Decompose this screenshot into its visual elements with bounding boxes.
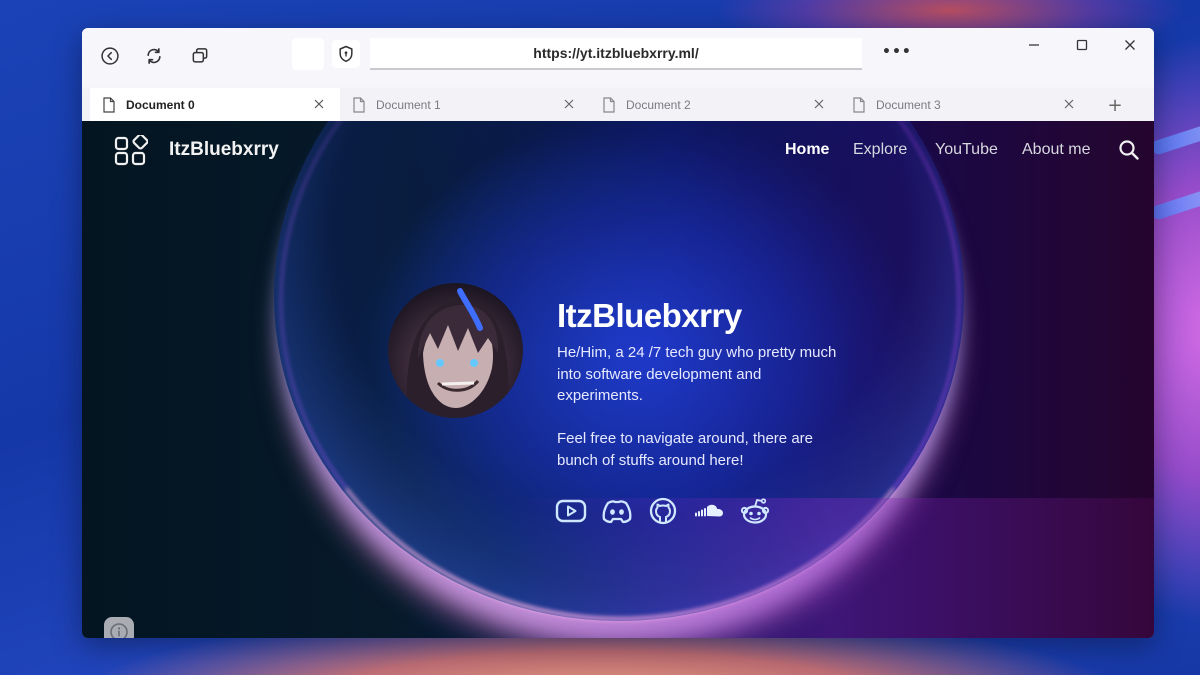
more-options-button[interactable]: •••: [882, 44, 911, 64]
new-tab-button[interactable]: +: [1104, 94, 1126, 116]
youtube-icon: [555, 499, 587, 523]
hero-invite: Feel free to navigate around, there are …: [557, 430, 813, 469]
refresh-icon: [147, 48, 161, 64]
document-icon: [603, 96, 615, 113]
tab-document-1[interactable]: Document 1: [340, 88, 590, 121]
close-tab-button[interactable]: [812, 97, 826, 111]
site-navbar: ItzBluebxrry Home Explore YouTube About …: [82, 121, 1154, 179]
plus-icon: +: [1107, 94, 1123, 116]
discord-icon: [602, 500, 632, 524]
close-tab-button[interactable]: [562, 97, 576, 111]
social-reddit-link[interactable]: [739, 497, 771, 525]
tab-strip: Document 0 Document 1 Document 2 Documen…: [82, 88, 1154, 121]
social-discord-link[interactable]: [601, 497, 633, 525]
close-icon: [1064, 99, 1074, 109]
social-links: [555, 496, 771, 526]
document-icon: [103, 96, 115, 113]
tab-label: Document 2: [626, 97, 691, 112]
social-github-link[interactable]: [647, 497, 679, 525]
browser-toolbar: https://yt.itzbluebxrry.ml/ •••: [82, 28, 1154, 84]
refresh-button[interactable]: [140, 42, 168, 70]
hero-title: ItzBluebxrry: [557, 297, 742, 334]
wallpaper-streak: [1149, 117, 1200, 157]
tab-document-2[interactable]: Document 2: [590, 88, 840, 121]
tab-document-0[interactable]: Document 0: [90, 88, 340, 121]
hero-bio: He/Him, a 24 /7 tech guy who pretty much…: [557, 344, 837, 404]
tab-overview-button[interactable]: [186, 42, 214, 70]
close-icon: [564, 99, 574, 109]
tab-label: Document 0: [126, 97, 195, 112]
close-icon: [1125, 40, 1135, 50]
search-icon[interactable]: [1118, 139, 1140, 161]
avatar-illustration: [406, 288, 509, 418]
profile-avatar: [388, 283, 523, 418]
web-page: ItzBluebxrry Home Explore YouTube About …: [82, 121, 1154, 638]
close-icon: [814, 99, 824, 109]
tab-document-3[interactable]: Document 3: [840, 88, 1090, 121]
github-icon: [649, 497, 677, 525]
nav-home[interactable]: Home: [785, 141, 829, 159]
tab-label: Document 1: [376, 97, 441, 112]
close-tab-button[interactable]: [1062, 97, 1076, 111]
maximize-button[interactable]: [1062, 34, 1102, 56]
back-button[interactable]: [96, 42, 124, 70]
info-button[interactable]: [104, 617, 134, 638]
info-icon: [110, 623, 128, 638]
site-favicon-slot: [292, 38, 324, 70]
address-bar[interactable]: https://yt.itzbluebxrry.ml/: [370, 38, 862, 70]
nav-about-me[interactable]: About me: [1022, 141, 1090, 159]
tab-label: Document 3: [876, 97, 941, 112]
back-icon: [101, 47, 119, 65]
minimize-button[interactable]: [1014, 34, 1054, 56]
close-tab-button[interactable]: [312, 97, 326, 111]
wallpaper-streak: [1149, 182, 1200, 222]
url-text: https://yt.itzbluebxrry.ml/: [533, 45, 699, 61]
apps-grid-icon[interactable]: [114, 135, 148, 167]
minimize-icon: [1029, 44, 1039, 46]
document-icon: [853, 96, 865, 113]
site-brand[interactable]: ItzBluebxrry: [169, 139, 279, 161]
close-window-button[interactable]: [1110, 34, 1150, 56]
soundcloud-icon: [695, 504, 723, 517]
nav-explore[interactable]: Explore: [853, 141, 907, 159]
reddit-icon: [740, 498, 770, 524]
shield-icon: [339, 45, 353, 63]
tab-overview-icon: [192, 48, 208, 63]
maximize-icon: [1076, 39, 1088, 51]
close-icon: [314, 99, 324, 109]
site-security-button[interactable]: [332, 40, 360, 68]
document-icon: [353, 96, 365, 113]
nav-youtube[interactable]: YouTube: [935, 141, 998, 159]
browser-window: https://yt.itzbluebxrry.ml/ ••• Document…: [82, 28, 1154, 638]
social-youtube-link[interactable]: [555, 497, 587, 525]
social-soundcloud-link[interactable]: [693, 497, 725, 525]
